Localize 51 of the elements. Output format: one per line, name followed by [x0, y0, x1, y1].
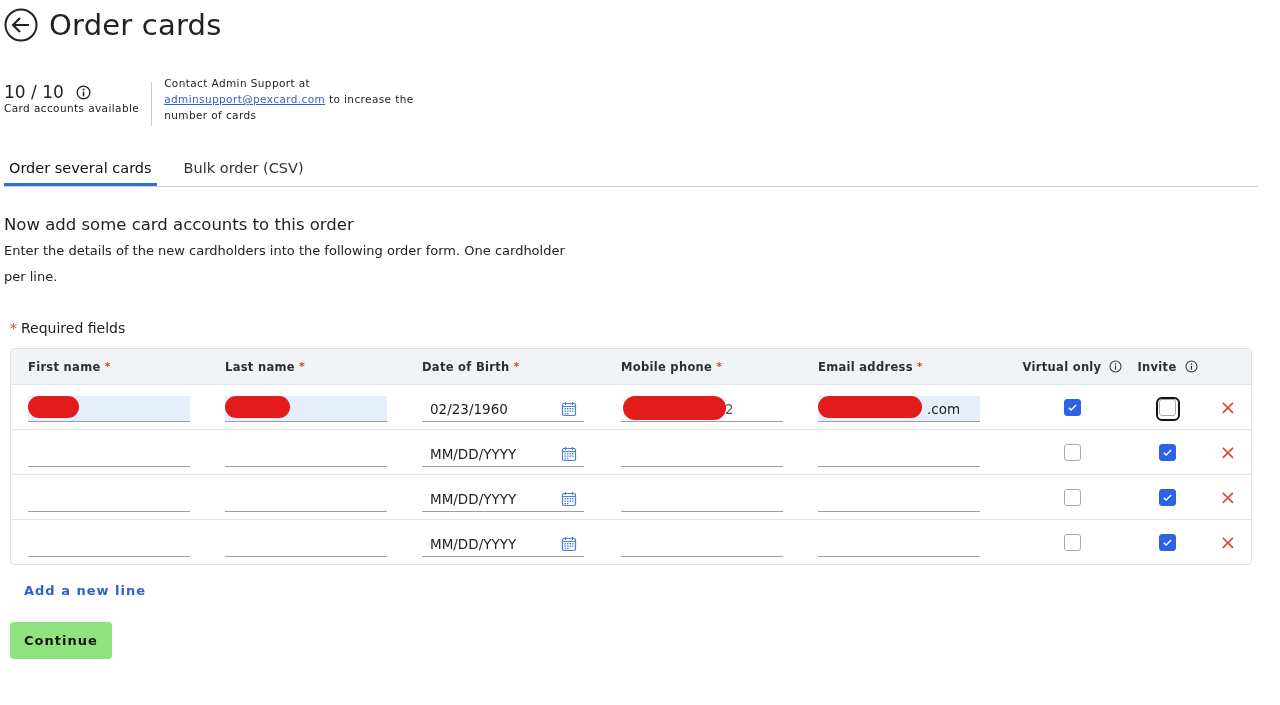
calendar-icon[interactable]	[561, 400, 577, 417]
delete-row-button[interactable]: ×	[1215, 442, 1241, 462]
checkbox[interactable]	[1064, 533, 1081, 551]
required-note: Required fields	[21, 320, 126, 336]
text-field[interactable]: .com	[818, 396, 980, 422]
text-field[interactable]	[28, 396, 190, 422]
checkbox[interactable]	[1159, 488, 1176, 506]
required-mark: *	[10, 320, 17, 336]
required-mark: *	[513, 360, 520, 373]
checkbox[interactable]	[1064, 488, 1081, 506]
continue-button[interactable]: Continue	[10, 622, 112, 659]
info-icon[interactable]	[75, 84, 91, 100]
checkbox[interactable]	[1064, 398, 1081, 416]
add-line-link[interactable]: Add a new line	[24, 583, 147, 598]
info-icon[interactable]	[1184, 360, 1198, 373]
required-mark: *	[104, 360, 111, 373]
section-description: Enter the details of the new cardholders into the following order form. One cardholder per line.	[4, 242, 566, 286]
available-count: 10 / 10	[4, 82, 64, 102]
support-email-link[interactable]: adminsupport@pexcard.com	[164, 93, 326, 105]
column-header: Last name	[225, 359, 295, 374]
info-icon[interactable]	[1109, 360, 1123, 373]
calendar-icon[interactable]	[561, 445, 577, 462]
calendar-icon[interactable]	[561, 490, 577, 507]
delete-row-button[interactable]: ×	[1215, 532, 1241, 552]
column-header: Mobile phone	[621, 359, 713, 374]
checkbox[interactable]	[1159, 533, 1176, 551]
tab[interactable]: Bulk order (CSV)	[178, 156, 309, 186]
required-mark: *	[298, 360, 305, 373]
date-field[interactable]: MM/DD/YYYY	[422, 531, 584, 557]
checkbox[interactable]	[1064, 443, 1081, 461]
required-mark: *	[916, 360, 923, 373]
column-header: Email address	[818, 359, 913, 374]
text-field[interactable]	[225, 396, 387, 422]
delete-row-button[interactable]: ×	[1215, 397, 1241, 417]
date-field[interactable]: MM/DD/YYYY	[422, 486, 584, 512]
tab[interactable]: Order several cards	[4, 156, 157, 186]
required-mark: *	[716, 360, 723, 373]
column-header: Date of Birth	[422, 359, 510, 374]
date-field[interactable]: MM/DD/YYYY	[422, 441, 584, 467]
section-heading: Now add some card accounts to this order	[4, 215, 355, 234]
available-label: Card accounts available	[4, 102, 140, 114]
column-header: Virtual only	[1022, 359, 1102, 374]
column-header: Invite	[1137, 359, 1177, 374]
delete-row-button[interactable]: ×	[1215, 487, 1241, 507]
checkbox[interactable]	[1159, 443, 1176, 461]
page-title: Order cards	[49, 8, 222, 42]
calendar-icon[interactable]	[561, 535, 577, 552]
text-field[interactable]: 2	[621, 396, 783, 422]
date-field[interactable]: 02/23/1960	[422, 396, 584, 422]
contact-text: Contact Admin Support at adminsupport@pexcard.com to increase the number of cards	[164, 76, 415, 123]
column-header: First name	[28, 359, 101, 374]
